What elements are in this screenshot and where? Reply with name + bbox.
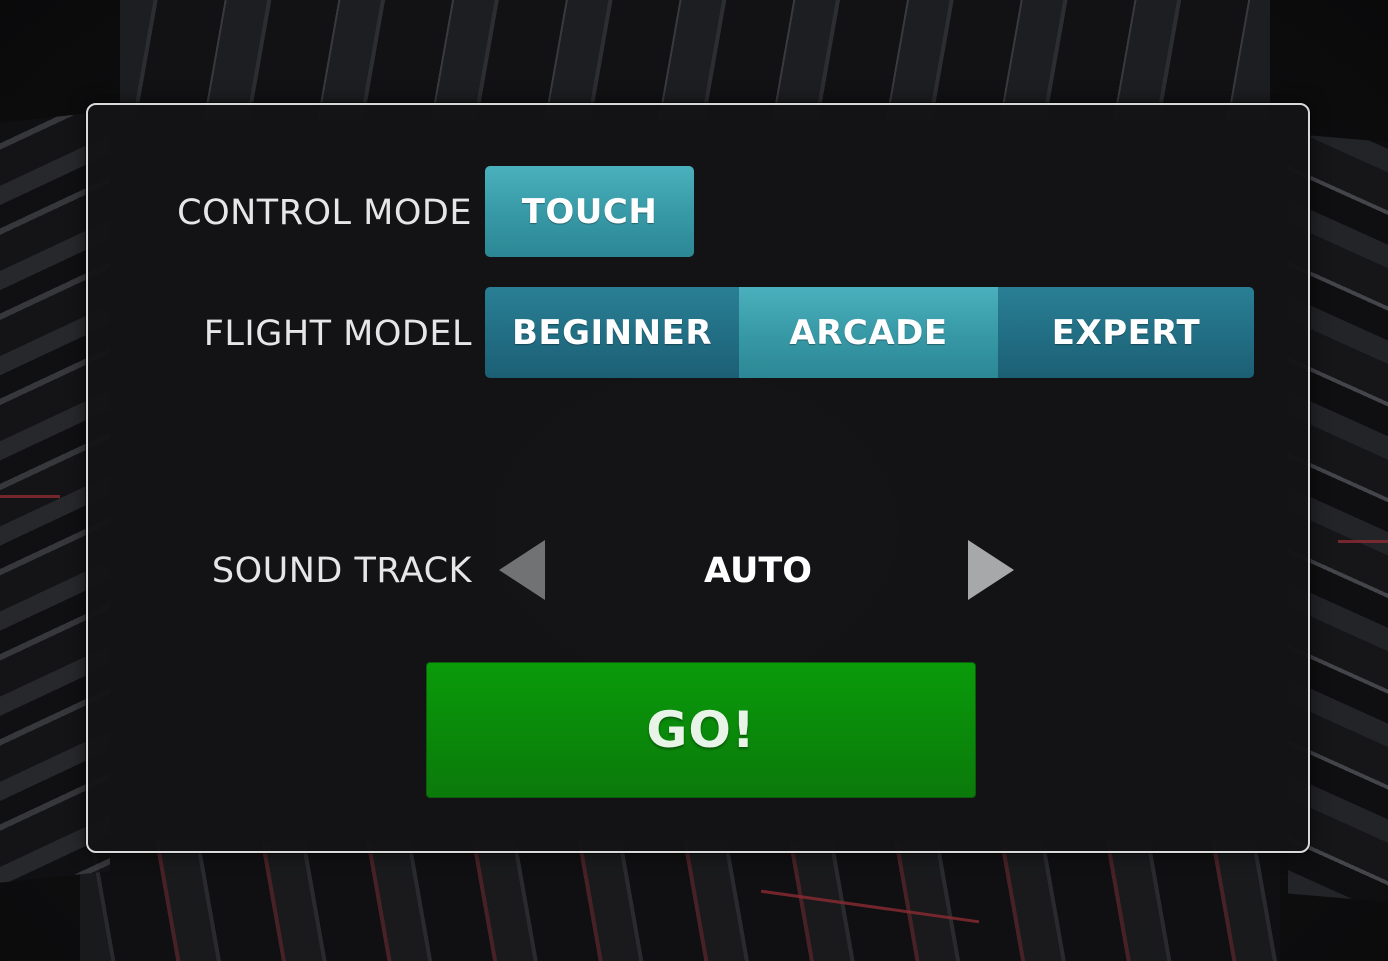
flight-model-arcade-button[interactable]: ARCADE	[739, 287, 998, 378]
flight-model-segmented-control: BEGINNER ARCADE EXPERT	[485, 287, 1254, 378]
sound-track-label: SOUND TRACK	[211, 551, 472, 591]
background-red-light	[1338, 540, 1388, 543]
settings-panel: CONTROL MODE TOUCH FLIGHT MODEL BEGINNER…	[86, 103, 1310, 853]
game-screen: CONTROL MODE TOUCH FLIGHT MODEL BEGINNER…	[0, 0, 1388, 961]
sound-track-value: AUTO	[703, 551, 813, 591]
triangle-left-icon[interactable]	[499, 540, 545, 600]
triangle-right-icon[interactable]	[968, 540, 1014, 600]
background-structure-top	[120, 0, 1270, 120]
background-red-light	[0, 495, 60, 498]
go-button[interactable]: GO!	[426, 662, 976, 798]
flight-model-beginner-button[interactable]: BEGINNER	[485, 287, 739, 378]
control-mode-touch-button[interactable]: TOUCH	[485, 166, 694, 257]
flight-model-label: FLIGHT MODEL	[203, 314, 472, 354]
control-mode-label: CONTROL MODE	[177, 193, 472, 233]
flight-model-expert-button[interactable]: EXPERT	[998, 287, 1254, 378]
background-structure-bottom	[80, 841, 1280, 961]
